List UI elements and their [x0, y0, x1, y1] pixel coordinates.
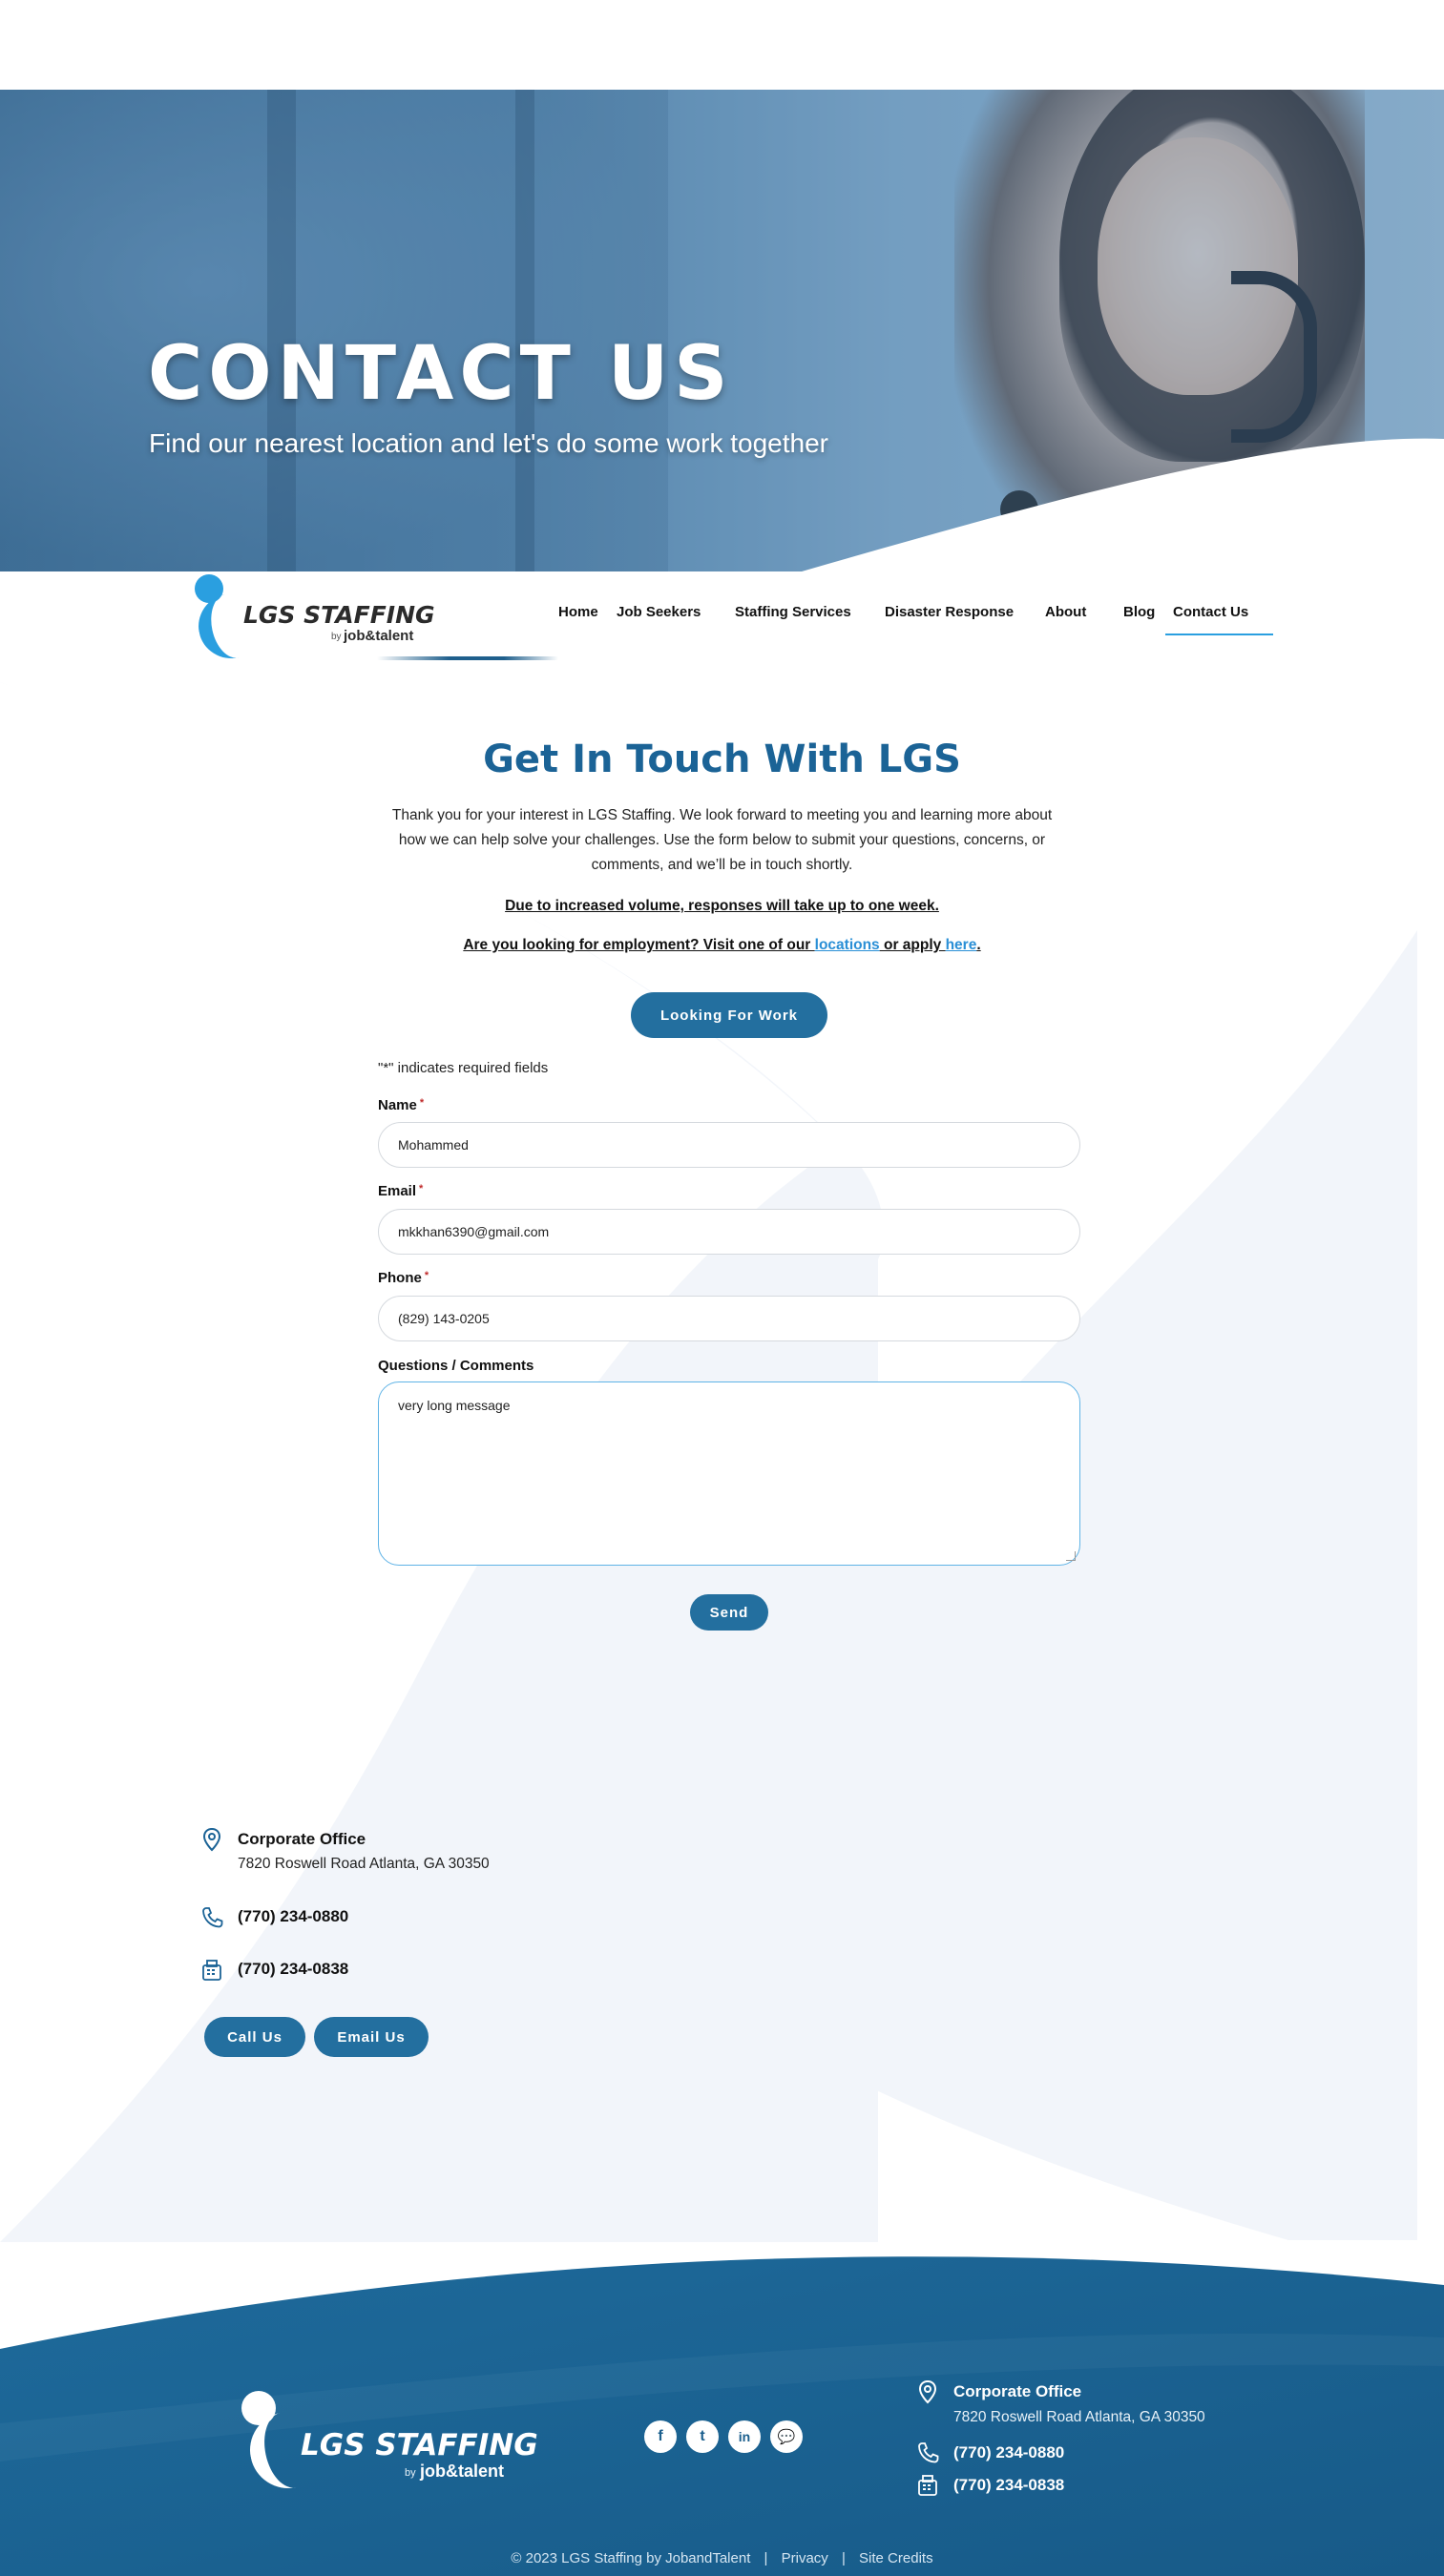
footer-separator: | — [841, 2550, 846, 2566]
office-address: 7820 Roswell Road Atlanta, GA 30350 — [238, 1856, 490, 1872]
employment-prefix: Are you looking for employment? Visit on… — [463, 937, 815, 953]
required-star: * — [424, 1270, 429, 1281]
footer-bottom-bar: © 2023 LGS Staffing by JobandTalent | Pr… — [0, 2550, 1444, 2566]
employment-middle: or apply — [879, 937, 946, 953]
footer-office-title: Corporate Office — [953, 2382, 1082, 2400]
nav-disaster-response[interactable]: Disaster Response — [885, 604, 1014, 620]
required-fields-note: "*" indicates required fields — [378, 1060, 549, 1076]
name-value: Mohammed — [398, 1137, 469, 1153]
comments-label: Questions / Comments — [378, 1358, 534, 1374]
phone-label-text: Phone — [378, 1270, 422, 1286]
location-pin-icon — [918, 2379, 937, 2404]
footer-office-address: 7820 Roswell Road Atlanta, GA 30350 — [953, 2409, 1205, 2425]
location-pin-icon — [202, 1827, 221, 1852]
logo-by: by — [331, 632, 342, 642]
fax-icon — [918, 2475, 937, 2496]
employment-notice: Are you looking for employment? Visit on… — [0, 937, 1444, 954]
page-subtitle: Find our nearest location and let's do s… — [149, 428, 828, 458]
name-label: Name * — [378, 1097, 424, 1113]
footer-logo-by: by — [405, 2467, 416, 2479]
email-label: Email * — [378, 1183, 423, 1199]
footer-logo-partner: job&talent — [420, 2462, 504, 2481]
looking-for-work-button[interactable]: Looking For Work — [631, 992, 827, 1038]
site-credits-link[interactable]: Site Credits — [859, 2550, 933, 2566]
office-fax: (770) 234-0838 — [238, 1960, 349, 1978]
name-field[interactable]: Mohammed — [378, 1122, 1080, 1168]
employment-suffix: . — [976, 937, 981, 953]
facebook-icon[interactable]: f — [644, 2420, 677, 2453]
footer-background — [0, 2256, 1444, 2576]
office-title: Corporate Office — [238, 1830, 366, 1848]
fax-icon — [202, 1960, 221, 1981]
volume-notice: Due to increased volume, responses will … — [505, 898, 939, 914]
office-phone[interactable]: (770) 234-0880 — [238, 1907, 348, 1926]
page-title: CONTACT US — [148, 331, 734, 417]
send-button[interactable]: Send — [690, 1594, 768, 1631]
phone-value: (829) 143-0205 — [398, 1311, 490, 1326]
comments-textarea[interactable]: very long message — [378, 1381, 1080, 1566]
phone-icon — [202, 1907, 223, 1928]
footer-office-phone[interactable]: (770) 234-0880 — [953, 2443, 1064, 2462]
nav-contact-us[interactable]: Contact Us — [1173, 604, 1248, 620]
linkedin-icon[interactable]: in — [728, 2420, 761, 2453]
phone-field[interactable]: (829) 143-0205 — [378, 1296, 1080, 1341]
logo-name: LGS STAFFING — [243, 601, 435, 629]
email-value: mkkhan6390@gmail.com — [398, 1224, 550, 1239]
nav-home[interactable]: Home — [558, 604, 598, 620]
logo-partner: job&talent — [344, 628, 414, 644]
comments-value: very long message — [398, 1398, 511, 1413]
call-us-button[interactable]: Call Us — [204, 2017, 305, 2057]
email-field[interactable]: mkkhan6390@gmail.com — [378, 1209, 1080, 1255]
section-heading: Get In Touch With LGS — [483, 737, 961, 781]
chat-icon[interactable]: 💬 — [770, 2420, 803, 2453]
footer-logo-name[interactable]: LGS STAFFING — [301, 2428, 538, 2462]
nav-blog[interactable]: Blog — [1123, 604, 1155, 620]
logo-underline — [377, 656, 558, 660]
email-label-text: Email — [378, 1183, 417, 1199]
apply-here-link[interactable]: here — [946, 937, 977, 953]
footer-separator: | — [764, 2550, 768, 2566]
required-star: * — [419, 1183, 424, 1195]
privacy-link[interactable]: Privacy — [782, 2550, 828, 2566]
footer-office-fax: (770) 234-0838 — [953, 2476, 1065, 2494]
phone-icon — [918, 2442, 939, 2463]
intro-text: Thank you for your interest in LGS Staff… — [391, 807, 1053, 873]
site-logo[interactable]: LGS STAFFING by job&talent — [191, 572, 435, 665]
nav-active-indicator — [1165, 634, 1273, 635]
resize-handle[interactable] — [1066, 1551, 1076, 1561]
email-us-button[interactable]: Email Us — [314, 2017, 429, 2057]
twitter-icon[interactable]: t — [686, 2420, 719, 2453]
name-label-text: Name — [378, 1097, 417, 1113]
nav-staffing-services[interactable]: Staffing Services — [735, 604, 851, 620]
copyright-text: © 2023 LGS Staffing by JobandTalent — [511, 2550, 751, 2566]
nav-job-seekers[interactable]: Job Seekers — [617, 604, 701, 620]
locations-link[interactable]: locations — [815, 937, 880, 953]
phone-label: Phone * — [378, 1270, 429, 1286]
nav-about[interactable]: About — [1045, 604, 1086, 620]
required-star: * — [419, 1097, 425, 1109]
